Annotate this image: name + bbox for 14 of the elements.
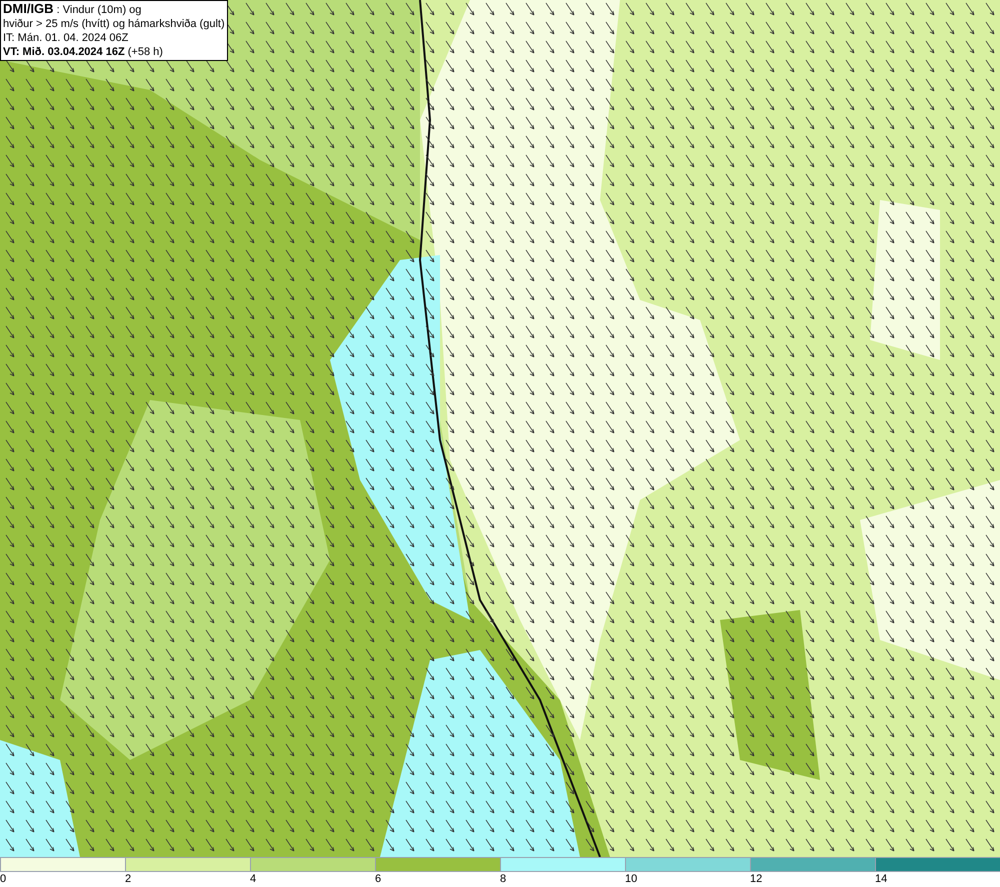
map-title: : Vindur (10m) og [56,4,142,16]
legend-label: 12 [750,872,762,886]
valid-time: VT: Mið. 03.04.2024 16Z [3,46,125,58]
legend-label: 4 [250,872,256,886]
source-label: DMI/IGB [3,1,54,16]
legend-label: 8 [500,872,506,886]
legend-label: 10 [625,872,638,886]
legend-label: 2 [125,872,132,886]
legend-label: 14 [875,872,888,886]
lead-time: (+58 h) [128,46,163,58]
map-subtitle: hviður > 25 m/s (hvítt) og hámarkshviða (gult) [3,17,225,31]
legend-label: 0 [0,872,6,886]
initial-time: IT: Mán. 01. 04. 2024 06Z [3,31,130,45]
legend-label: 6 [375,872,382,886]
